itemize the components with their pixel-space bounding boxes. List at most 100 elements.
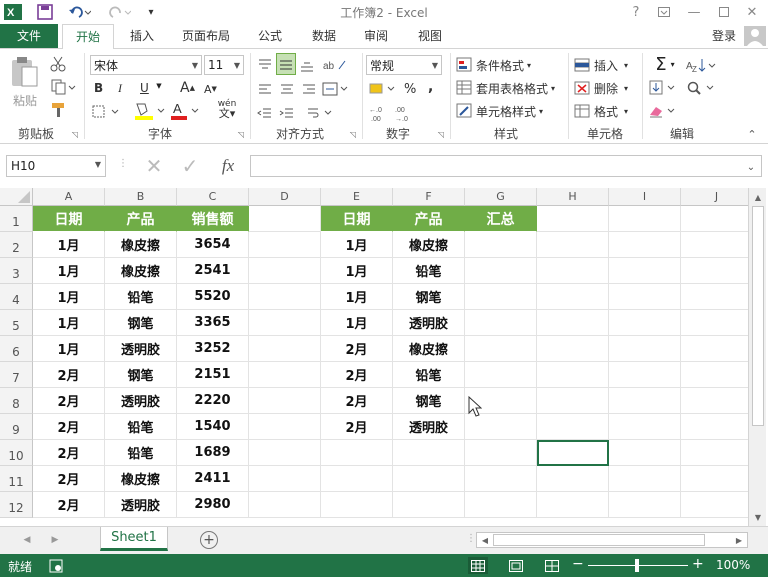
- column-header[interactable]: H: [537, 188, 609, 206]
- row-header[interactable]: 12: [0, 492, 33, 518]
- cell[interactable]: [249, 232, 321, 258]
- cell[interactable]: [249, 258, 321, 284]
- insert-cells-button[interactable]: 插入 ▾: [574, 55, 640, 75]
- align-right-icon[interactable]: [300, 79, 318, 99]
- cell[interactable]: [249, 336, 321, 362]
- table-header-cell[interactable]: 销售额: [177, 206, 249, 232]
- format-as-table-button[interactable]: 套用表格格式 ▾: [456, 78, 568, 98]
- confirm-entry-icon[interactable]: ✓: [176, 152, 204, 180]
- tab-view[interactable]: 视图: [408, 24, 452, 48]
- table-cell[interactable]: 2月: [321, 388, 393, 414]
- table-cell[interactable]: 透明胶: [393, 310, 465, 336]
- cell[interactable]: [609, 284, 681, 310]
- cell[interactable]: [393, 492, 465, 518]
- expand-formula-bar-icon[interactable]: ⌄: [744, 160, 758, 174]
- cell[interactable]: [609, 232, 681, 258]
- clipboard-launcher-icon[interactable]: ◹: [70, 129, 80, 139]
- cell[interactable]: [537, 310, 609, 336]
- conditional-formatting-button[interactable]: 条件格式 ▾: [456, 55, 566, 75]
- macro-record-icon[interactable]: [48, 558, 64, 574]
- table-cell[interactable]: 钢笔: [393, 284, 465, 310]
- table-cell[interactable]: 橡皮擦: [105, 232, 177, 258]
- scroll-down-icon[interactable]: ▼: [751, 510, 765, 524]
- table-cell[interactable]: 2月: [33, 362, 105, 388]
- cell[interactable]: [393, 440, 465, 466]
- cell[interactable]: [681, 336, 750, 362]
- row-header[interactable]: 2: [0, 232, 33, 258]
- table-cell[interactable]: 橡皮擦: [393, 336, 465, 362]
- table-cell[interactable]: 橡皮擦: [105, 466, 177, 492]
- table-cell[interactable]: 5520: [177, 284, 249, 310]
- horizontal-scrollbar[interactable]: ◀ ▶: [476, 532, 748, 548]
- cell[interactable]: [249, 206, 321, 232]
- cell[interactable]: [681, 232, 750, 258]
- table-cell[interactable]: 1月: [33, 258, 105, 284]
- fill-icon[interactable]: [648, 78, 678, 98]
- cell[interactable]: [537, 466, 609, 492]
- table-header-cell[interactable]: 汇总: [465, 206, 537, 232]
- cell[interactable]: [609, 310, 681, 336]
- cell[interactable]: [681, 362, 750, 388]
- cell[interactable]: [609, 388, 681, 414]
- table-cell[interactable]: 1540: [177, 414, 249, 440]
- cell[interactable]: [249, 440, 321, 466]
- sort-filter-icon[interactable]: AZ: [686, 55, 716, 75]
- table-cell[interactable]: [465, 310, 537, 336]
- login-link[interactable]: 登录: [704, 24, 744, 48]
- copy-icon[interactable]: [48, 78, 78, 96]
- avatar-icon[interactable]: [744, 26, 766, 46]
- table-header-cell[interactable]: 产品: [393, 206, 465, 232]
- table-cell[interactable]: [465, 232, 537, 258]
- table-cell[interactable]: 1月: [33, 310, 105, 336]
- page-break-view-icon[interactable]: [542, 557, 562, 574]
- table-cell[interactable]: 2月: [33, 492, 105, 518]
- table-cell[interactable]: 1月: [321, 258, 393, 284]
- bold-button[interactable]: B: [94, 79, 108, 97]
- table-cell[interactable]: 钢笔: [105, 310, 177, 336]
- cell[interactable]: [537, 388, 609, 414]
- increase-indent-icon[interactable]: [278, 103, 296, 123]
- column-header[interactable]: I: [609, 188, 681, 206]
- table-cell[interactable]: 2月: [321, 414, 393, 440]
- cell[interactable]: [681, 492, 750, 518]
- grow-font-button[interactable]: A ▲: [180, 79, 195, 97]
- column-header[interactable]: E: [321, 188, 393, 206]
- cell[interactable]: [537, 232, 609, 258]
- column-header[interactable]: G: [465, 188, 537, 206]
- scroll-up-icon[interactable]: ▲: [751, 190, 765, 204]
- cell[interactable]: [681, 414, 750, 440]
- row-header[interactable]: 11: [0, 466, 33, 492]
- find-select-icon[interactable]: [686, 78, 716, 98]
- cell[interactable]: [393, 466, 465, 492]
- cell[interactable]: [537, 492, 609, 518]
- table-cell[interactable]: 钢笔: [105, 362, 177, 388]
- cancel-entry-icon[interactable]: ✕: [140, 152, 168, 180]
- decrease-decimal-icon[interactable]: .00 →.0: [394, 103, 416, 123]
- next-sheet-icon[interactable]: ▶: [48, 533, 62, 547]
- phonetic-button[interactable]: wén 文▾: [212, 99, 242, 121]
- row-header[interactable]: 6: [0, 336, 33, 362]
- table-cell[interactable]: 2220: [177, 388, 249, 414]
- normal-view-icon[interactable]: [468, 557, 488, 574]
- insert-function-button[interactable]: fx: [212, 152, 244, 180]
- cell[interactable]: [681, 258, 750, 284]
- align-bottom-icon[interactable]: [298, 55, 316, 75]
- row-header[interactable]: 8: [0, 388, 33, 414]
- cell[interactable]: [681, 388, 750, 414]
- table-cell[interactable]: 透明胶: [105, 492, 177, 518]
- tab-file[interactable]: 文件: [0, 24, 58, 48]
- cell[interactable]: [249, 362, 321, 388]
- table-cell[interactable]: 1月: [321, 232, 393, 258]
- cell[interactable]: [465, 440, 537, 466]
- table-cell[interactable]: 2月: [321, 362, 393, 388]
- table-cell[interactable]: 2980: [177, 492, 249, 518]
- cut-icon[interactable]: [48, 55, 68, 73]
- table-cell[interactable]: 2月: [33, 414, 105, 440]
- zoom-slider-handle[interactable]: [635, 559, 639, 572]
- cell[interactable]: [249, 310, 321, 336]
- cell[interactable]: [465, 466, 537, 492]
- table-cell[interactable]: 2月: [321, 336, 393, 362]
- column-header[interactable]: J: [681, 188, 750, 206]
- font-size-dropdown[interactable]: 11 ▼: [204, 55, 244, 75]
- name-box[interactable]: H10 ▼: [6, 155, 106, 177]
